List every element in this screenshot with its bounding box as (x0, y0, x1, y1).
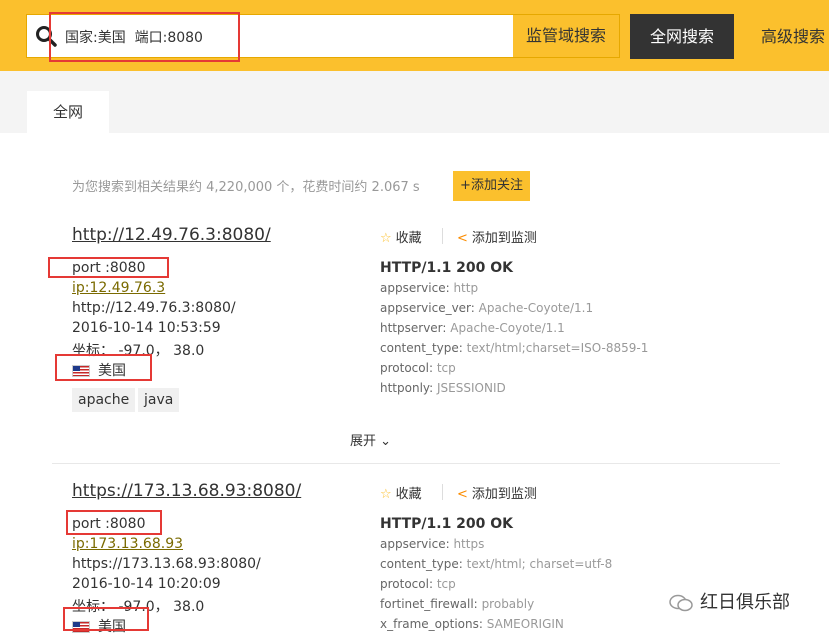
favorite-button[interactable]: ☆ 收藏 (380, 483, 422, 502)
monitor-label: 添加到监测 (471, 487, 537, 502)
field-row: x_frame_options: SAMEORIGIN (380, 617, 564, 631)
annotation-box-country (63, 607, 149, 631)
annotation-box-port (48, 257, 169, 278)
watermark-label: 红日俱乐部 (700, 592, 790, 613)
add-monitor-button[interactable]: < 添加到监测 (457, 483, 537, 502)
star-icon: ☆ (380, 487, 392, 502)
watermark: 红日俱乐部 (668, 588, 790, 614)
field-row: httponly: JSESSIONID (380, 381, 506, 395)
http-status: HTTP/1.1 200 OK (380, 516, 514, 532)
tag-java[interactable]: java (138, 388, 180, 412)
monitor-label: 添加到监测 (471, 231, 537, 246)
favorite-label: 收藏 (395, 231, 422, 246)
annotation-box-port (66, 510, 162, 535)
result-summary: 为您搜索到相关结果约 4,220,000 个，花费时间约 2.067 s (72, 180, 420, 195)
field-row: appservice: https (380, 537, 485, 551)
tab-all-network[interactable]: 全网 (27, 91, 109, 133)
result-date: 2016-10-14 10:53:59 (72, 320, 221, 336)
field-row: content_type: text/html;charset=ISO-8859… (380, 341, 649, 355)
field-row: appservice: http (380, 281, 479, 295)
field-row: content_type: text/html; charset=utf-8 (380, 557, 613, 571)
result-title-link[interactable]: https://173.13.68.93:8080/ (72, 481, 301, 501)
favorite-label: 收藏 (395, 487, 422, 502)
result-url: http://12.49.76.3:8080/ (72, 300, 236, 316)
wechat-icon (669, 594, 693, 612)
result-title-link[interactable]: http://12.49.76.3:8080/ (72, 225, 271, 245)
add-monitor-button[interactable]: < 添加到监测 (457, 227, 537, 246)
advanced-search-button[interactable]: 高级搜索 (748, 14, 829, 59)
expand-button[interactable]: 展开 ⌄ (350, 430, 391, 449)
chevron-down-icon: ⌄ (380, 434, 392, 449)
http-status: HTTP/1.1 200 OK (380, 260, 514, 276)
domain-search-button[interactable]: 监管域搜索 (513, 15, 619, 57)
favorite-button[interactable]: ☆ 收藏 (380, 227, 422, 246)
share-icon: < (457, 487, 468, 502)
field-row: appservice_ver: Apache-Coyote/1.1 (380, 301, 594, 315)
annotation-box-search (49, 12, 240, 62)
global-search-button[interactable]: 全网搜索 (630, 14, 734, 59)
result-divider (52, 463, 780, 464)
field-row: fortinet_firewall: probably (380, 597, 535, 611)
annotation-box-country (55, 354, 152, 381)
action-divider (442, 228, 443, 244)
field-row: protocol: tcp (380, 361, 456, 375)
add-follow-button[interactable]: +添加关注 (453, 171, 530, 201)
field-row: protocol: tcp (380, 577, 456, 591)
tag-apache[interactable]: apache (72, 388, 136, 412)
share-icon: < (457, 231, 468, 246)
result-date: 2016-10-14 10:20:09 (72, 576, 221, 592)
result-ip-link[interactable]: ip:12.49.76.3 (72, 280, 165, 296)
tab-bar: 全网 (0, 71, 829, 133)
action-divider (442, 484, 443, 500)
field-row: httpserver: Apache-Coyote/1.1 (380, 321, 565, 335)
result-ip-link[interactable]: ip:173.13.68.93 (72, 536, 183, 552)
star-icon: ☆ (380, 231, 392, 246)
result-url: https://173.13.68.93:8080/ (72, 556, 261, 572)
